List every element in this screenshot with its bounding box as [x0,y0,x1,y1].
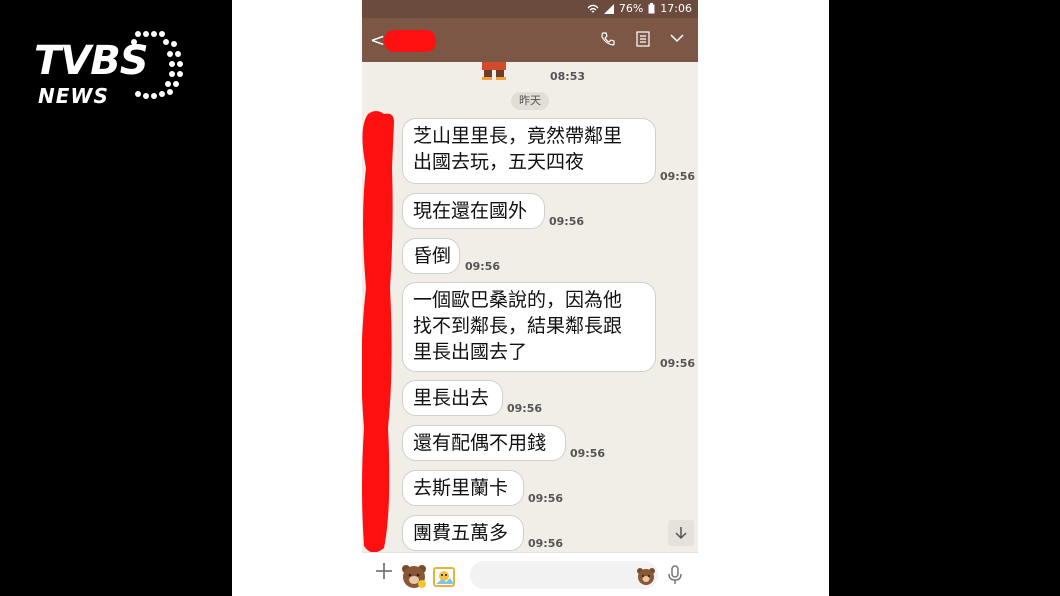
message-bubble: 芝山里里長，竟然帶鄰里 出國去玩，五天四夜 [402,118,656,184]
sticker-partial-icon [482,62,506,80]
emoji-icon[interactable] [636,567,656,585]
plus-icon[interactable] [374,561,394,581]
message-line: 找不到鄰長，結果鄰長跟 [413,315,623,337]
arrow-down-icon [675,527,687,540]
message-time: 09:56 [507,402,543,415]
battery-percent: 76% [618,2,644,15]
phone-screen: 76% 17:06 < 08:53 昨天 芝山里里長，竟然帶鄰里 出國去玩，五天… [362,0,698,596]
message-bubble: 里長出去 [402,380,503,416]
logo-sub: NEWS [38,84,109,108]
right-black-band [829,0,1060,596]
status-bar: 76% 17:06 [362,0,698,18]
message-line: 出國去玩，五天四夜 [413,151,585,173]
message-time: 09:56 [528,537,564,550]
message-line: 芝山里里長，竟然帶鄰里 [413,125,623,147]
message-time: 09:56 [570,447,606,460]
message-line: 一個歐巴桑說的，因為他 [413,289,623,311]
signal-icon [603,3,614,14]
message-time: 09:56 [465,260,501,273]
phone-icon[interactable] [600,31,616,47]
message-time-earlier: 08:53 [550,70,586,83]
message-line: 現在還在國外 [413,200,528,222]
message-time: 09:56 [660,170,696,183]
status-time: 17:06 [660,2,692,15]
chat-header: < [362,18,698,62]
message-line: 團費五萬多 [413,522,509,544]
photo-icon[interactable] [432,565,458,589]
tvbs-news-logo: TVBS NEWS [34,30,194,110]
message-bubble: 昏倒 [402,238,460,274]
battery-icon [648,3,655,14]
redacted-avatar-column [362,111,394,553]
notes-icon[interactable] [636,31,650,47]
mic-icon[interactable] [668,565,682,585]
date-divider: 昨天 [511,92,549,110]
wifi-icon [587,4,599,12]
message-line: 里長出去 [413,387,490,409]
chevron-down-icon[interactable] [670,31,684,45]
message-bubble: 現在還在國外 [402,193,545,229]
message-time: 09:56 [549,215,585,228]
message-bubble: 去斯里蘭卡 [402,470,524,506]
sticker-icon[interactable] [400,563,428,589]
message-line: 去斯里蘭卡 [413,477,509,499]
message-line: 昏倒 [413,245,452,267]
back-button[interactable]: < [370,30,385,51]
message-input[interactable] [470,561,658,589]
message-bubble: 團費五萬多 [402,515,524,551]
input-bar [362,552,698,596]
redacted-contact-name [384,30,436,52]
message-time: 09:56 [528,492,564,505]
message-line: 里長出國去了 [413,341,528,363]
message-bubble: 還有配偶不用錢 [402,425,566,461]
scroll-to-bottom-button[interactable] [668,520,694,546]
logo-dots-icon [131,31,183,99]
message-bubble: 一個歐巴桑說的，因為他 找不到鄰長，結果鄰長跟 里長出國去了 [402,282,656,372]
message-time: 09:56 [660,357,696,370]
message-line: 還有配偶不用錢 [413,432,547,454]
